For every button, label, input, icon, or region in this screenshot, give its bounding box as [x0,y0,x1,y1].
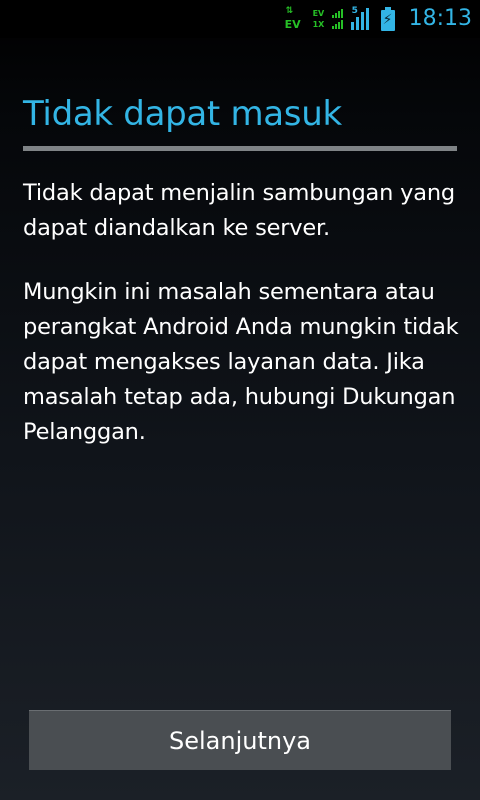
onex-label: 1X [312,20,325,29]
evdo-signal-icon: EV 1X [313,5,343,33]
signal-strength-icon: 5 [350,6,373,32]
status-clock: 18:13 [408,6,472,31]
data-arrows-icon: ⇅ [285,6,293,16]
screen: ⇅ EV EV 1X 5 ⚡ 18:13 Tidak dapat masuk T… [0,0,480,800]
error-details: Mungkin ini masalah sementara atau peran… [23,279,459,445]
battery-charging-icon: ⚡ [380,7,395,31]
lightning-bolt-icon: ⚡ [382,12,393,28]
data-activity-ev-icon: ⇅ EV [285,5,305,33]
title-divider [23,146,457,151]
status-icons: ⇅ EV EV 1X 5 ⚡ 18:13 [285,4,472,34]
evdo-label: EV [312,9,325,18]
error-message: Tidak dapat menjalin sambungan yang dapa… [23,180,456,241]
dialog-title: Tidak dapat masuk [23,94,342,134]
next-button[interactable]: Selanjutnya [29,710,451,770]
status-bar: ⇅ EV EV 1X 5 ⚡ 18:13 [0,0,480,38]
data-network-label: EV [284,18,301,31]
onex-bars [331,19,343,29]
evdo-bars [331,8,343,18]
